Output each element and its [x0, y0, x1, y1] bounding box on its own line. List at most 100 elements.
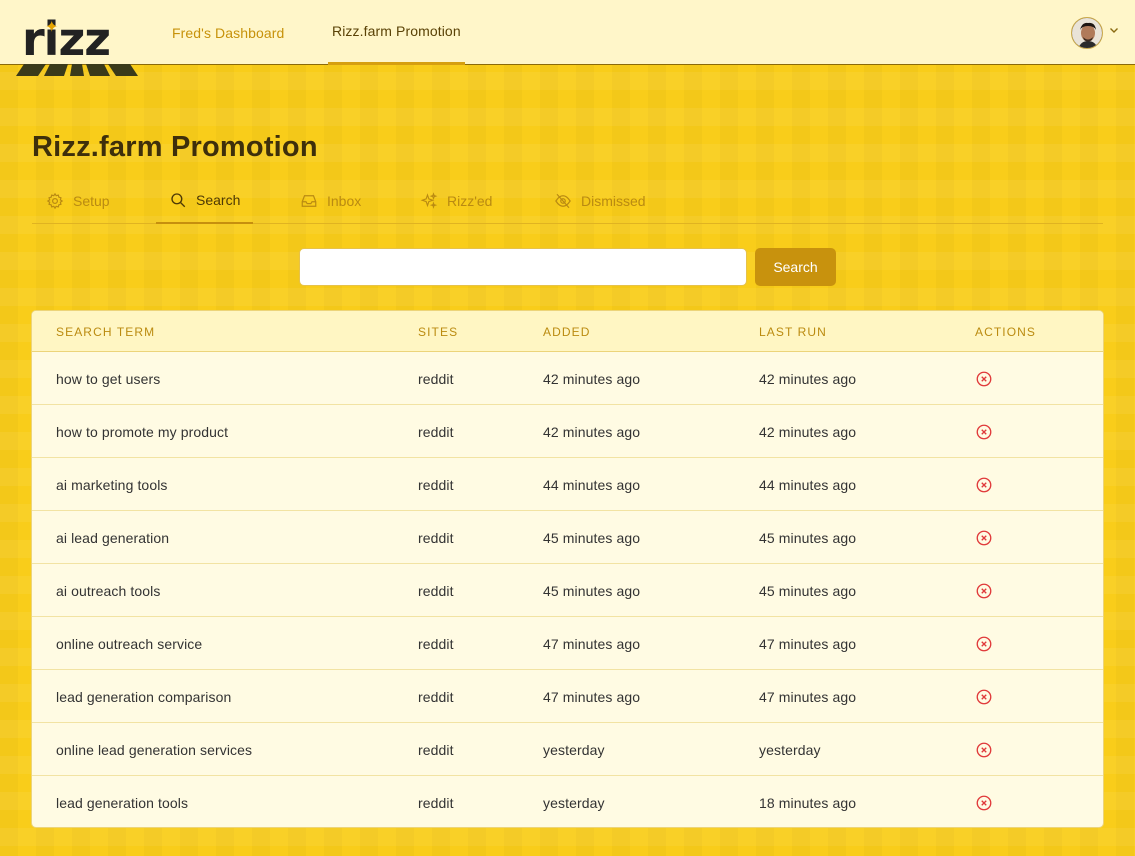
- cell-search-term: ai marketing tools: [56, 476, 168, 493]
- cell-search-term: ai outreach tools: [56, 582, 161, 599]
- table-row: ai lead generation reddit 45 minutes ago 45…: [32, 511, 1103, 564]
- cell-actions: [975, 458, 995, 511]
- column-header-sites: Sites: [418, 324, 459, 339]
- cell-sites: reddit: [418, 741, 454, 758]
- cell-sites: reddit: [418, 635, 454, 652]
- table-row: ai outreach tools reddit 45 minutes ago 45 …: [32, 564, 1103, 617]
- cell-added: 47 minutes ago: [543, 688, 641, 705]
- cell-added: 42 minutes ago: [543, 423, 641, 440]
- x-circle-icon[interactable]: [975, 740, 995, 760]
- table-row: online outreach service reddit 47 minutes …: [32, 617, 1103, 670]
- tab-search[interactable]: Search: [156, 178, 254, 224]
- table-row: online lead generation services reddit yes…: [32, 723, 1103, 776]
- cell-added: 45 minutes ago: [543, 529, 641, 546]
- x-circle-icon[interactable]: [975, 793, 995, 813]
- tab-inbox-label: Inbox: [327, 193, 362, 209]
- cell-search-term: lead generation tools: [56, 794, 189, 811]
- top-navigation-bar: rizz ✦ Fred's Dashboard Rizz.farm Promot…: [0, 0, 1135, 76]
- cell-search-term: online lead generation services: [56, 741, 253, 758]
- cell-actions: [975, 405, 995, 458]
- cell-sites: reddit: [418, 688, 454, 705]
- page-title: Rizz.farm Promotion: [32, 131, 318, 163]
- cell-last-run: 18 minutes ago: [759, 794, 857, 811]
- cell-actions: [975, 670, 995, 723]
- cell-sites: reddit: [418, 794, 454, 811]
- avatar-image: [1072, 18, 1102, 48]
- tab-setup[interactable]: Setup: [33, 178, 123, 224]
- x-circle-icon[interactable]: [975, 422, 995, 442]
- x-circle-icon[interactable]: [975, 475, 995, 495]
- cell-last-run: 42 minutes ago: [759, 370, 857, 387]
- cell-last-run: 47 minutes ago: [759, 635, 857, 652]
- cell-added: yesterday: [543, 794, 605, 811]
- cell-sites: reddit: [418, 423, 454, 440]
- cell-actions: [975, 352, 995, 405]
- nav-freds-dashboard[interactable]: Fred's Dashboard: [168, 0, 288, 65]
- cell-last-run: 45 minutes ago: [759, 529, 857, 546]
- search-term-input[interactable]: [299, 248, 747, 286]
- x-circle-icon[interactable]: [975, 528, 995, 548]
- cell-sites: reddit: [418, 582, 454, 599]
- table-row: lead generation tools reddit yesterday 18 m…: [32, 776, 1103, 827]
- sparkle-icon: ✦: [45, 19, 59, 36]
- logo-wordmark: rizz: [22, 12, 111, 66]
- search-terms-table: Search Term Sites Added Last Run Actions…: [31, 310, 1104, 828]
- cell-search-term: online outreach service: [56, 635, 203, 652]
- cell-last-run: 44 minutes ago: [759, 476, 857, 493]
- cell-last-run: yesterday: [759, 741, 821, 758]
- eye-off-icon: [555, 193, 571, 209]
- x-circle-icon[interactable]: [975, 581, 995, 601]
- cell-search-term: ai lead generation: [56, 529, 170, 546]
- cell-added: 47 minutes ago: [543, 635, 641, 652]
- table-row: how to get users reddit 42 minutes ago 42 m…: [32, 352, 1103, 405]
- cell-search-term: how to get users: [56, 370, 161, 387]
- cell-actions: [975, 776, 995, 827]
- cell-sites: reddit: [418, 370, 454, 387]
- gear-icon: [46, 192, 64, 210]
- tab-inbox[interactable]: Inbox: [287, 178, 374, 224]
- sparkles-icon: [420, 192, 438, 209]
- cell-search-term: lead generation comparison: [56, 688, 232, 705]
- user-avatar[interactable]: [1071, 17, 1103, 49]
- search-button[interactable]: Search: [755, 248, 836, 286]
- tab-rizzed-label: Rizz'ed: [447, 193, 493, 209]
- cell-added: 44 minutes ago: [543, 476, 641, 493]
- cell-search-term: how to promote my product: [56, 423, 229, 440]
- cell-actions: [975, 511, 995, 564]
- tab-rizzed[interactable]: Rizz'ed: [407, 178, 505, 224]
- tab-dismissed[interactable]: Dismissed: [541, 178, 659, 224]
- table-row: ai marketing tools reddit 44 minutes ago 44…: [32, 458, 1103, 511]
- search-icon: [171, 193, 186, 208]
- nav-rizz-farm-promotion[interactable]: Rizz.farm Promotion: [328, 0, 465, 65]
- table-row: lead generation comparison reddit 47 minut…: [32, 670, 1103, 723]
- column-header-actions: Actions: [975, 324, 1037, 339]
- cell-actions: [975, 723, 995, 776]
- cell-sites: reddit: [418, 529, 454, 546]
- column-header-search-term: Search Term: [56, 324, 156, 339]
- cell-last-run: 42 minutes ago: [759, 423, 857, 440]
- table-body: how to get users reddit 42 minutes ago 42 m…: [32, 352, 1103, 827]
- column-header-added: Added: [543, 324, 591, 339]
- tab-dismissed-label: Dismissed: [581, 193, 646, 209]
- promotion-tabs: Setup Search Inbox Rizz'ed Dismissed: [32, 178, 1103, 224]
- x-circle-icon[interactable]: [975, 687, 995, 707]
- cell-actions: [975, 564, 995, 617]
- tab-search-label: Search: [196, 192, 241, 208]
- column-header-last-run: Last Run: [759, 324, 827, 339]
- cell-sites: reddit: [418, 476, 454, 493]
- tab-setup-label: Setup: [73, 193, 110, 209]
- x-circle-icon[interactable]: [975, 634, 995, 654]
- cell-added: yesterday: [543, 741, 605, 758]
- cell-actions: [975, 617, 995, 670]
- x-circle-icon[interactable]: [975, 369, 995, 389]
- table-row: how to promote my product reddit 42 minute…: [32, 405, 1103, 458]
- farm-rows-icon: [16, 64, 138, 76]
- inbox-icon: [301, 195, 317, 207]
- rizz-logo[interactable]: rizz ✦: [16, 16, 138, 76]
- cell-added: 45 minutes ago: [543, 582, 641, 599]
- cell-last-run: 45 minutes ago: [759, 582, 857, 599]
- cell-last-run: 47 minutes ago: [759, 688, 857, 705]
- chevron-down-icon[interactable]: [1109, 25, 1119, 38]
- table-header: Search Term Sites Added Last Run Actions: [32, 311, 1103, 352]
- cell-added: 42 minutes ago: [543, 370, 641, 387]
